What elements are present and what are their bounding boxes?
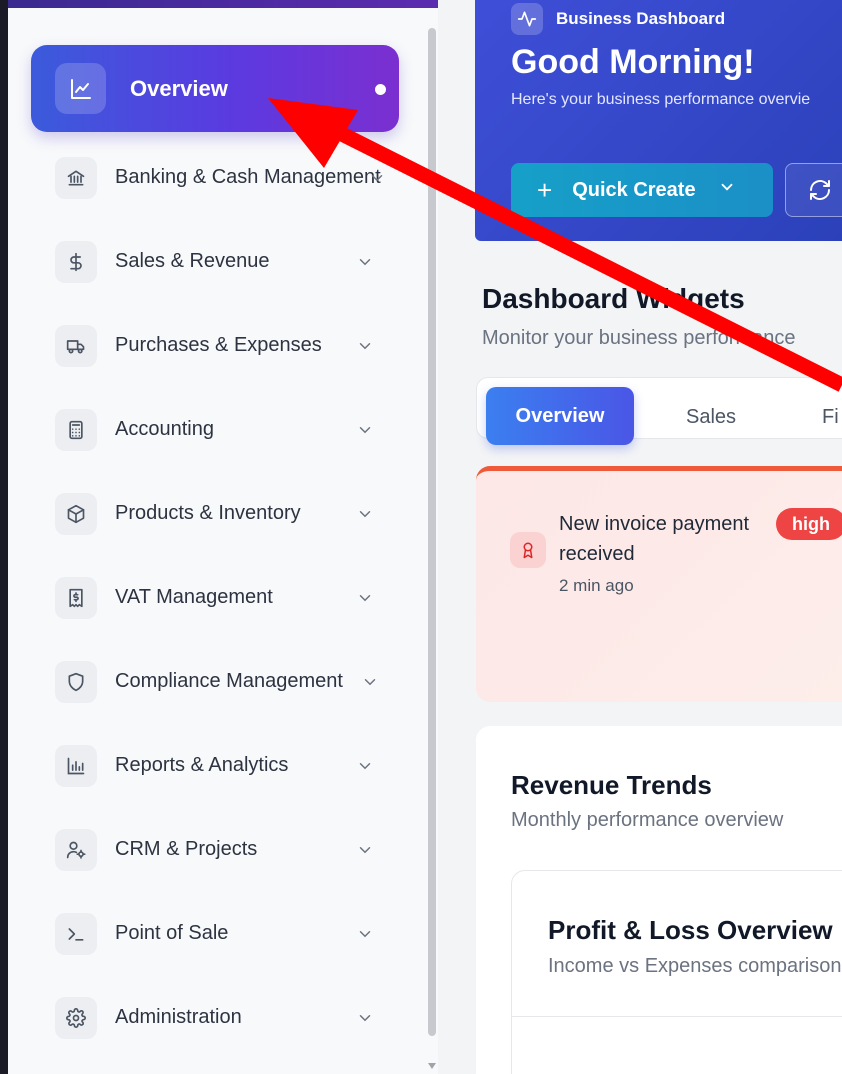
refresh-icon (810, 180, 830, 200)
profit-loss-card: Profit & Loss Overview Income vs Expense… (511, 870, 842, 1074)
chevron-down-icon[interactable] (356, 253, 374, 276)
sidebar-item-label: VAT Management (115, 586, 273, 608)
receipt-icon (55, 577, 97, 619)
sidebar-scrollbar[interactable] (426, 22, 438, 1069)
calculator-icon (55, 409, 97, 451)
sidebar-item-overview[interactable]: Overview (31, 45, 399, 132)
sidebar-item-label: CRM & Projects (115, 838, 258, 860)
profit-loss-subtitle: Income vs Expenses comparison (548, 955, 842, 977)
chevron-down-icon[interactable] (368, 169, 386, 192)
main-content: Business Dashboard Good Morning! Here's … (438, 0, 842, 1074)
notification-card[interactable]: New invoice payment received 2 min ago h… (476, 466, 842, 702)
dollar-icon (55, 241, 97, 283)
sidebar-item-purchases[interactable]: Purchases & Expenses (31, 325, 399, 385)
chevron-down-icon[interactable] (356, 505, 374, 528)
sidebar-item-products[interactable]: Products & Inventory (31, 493, 399, 553)
sidebar-item-vat[interactable]: VAT Management (31, 577, 399, 637)
sidebar-item-label: Reports & Analytics (115, 754, 289, 776)
banner-description: Here's your business performance overvie (511, 91, 811, 108)
sidebar-item-label: Accounting (115, 418, 214, 440)
sidebar-item-label: Banking & Cash Management (115, 166, 381, 188)
plus-icon: + (537, 175, 553, 205)
sidebar-item-accounting[interactable]: Accounting (31, 409, 399, 469)
box-icon (55, 493, 97, 535)
sidebar-item-label: Purchases & Expenses (115, 334, 322, 356)
tab-overview[interactable]: Overview (486, 387, 634, 445)
welcome-banner: Business Dashboard Good Morning! Here's … (475, 0, 842, 241)
terminal-icon (55, 913, 97, 955)
active-indicator-dot (375, 84, 386, 95)
tab-finance[interactable]: Fi (822, 406, 839, 429)
sidebar-item-label: Sales & Revenue (115, 250, 270, 272)
award-icon (510, 532, 546, 568)
scroll-down-arrow-icon[interactable] (428, 1063, 436, 1069)
chevron-down-icon[interactable] (356, 1009, 374, 1032)
sidebar-item-reports[interactable]: Reports & Analytics (31, 745, 399, 805)
greeting-title: Good Morning! (511, 43, 755, 81)
truck-icon (55, 325, 97, 367)
chevron-down-icon[interactable] (356, 925, 374, 948)
sidebar: Overview Banking & Cash Management Sales… (8, 0, 438, 1074)
banner-badge-label: Business Dashboard (556, 9, 726, 28)
card-divider (512, 1016, 842, 1017)
refresh-button[interactable] (785, 163, 842, 217)
chevron-down-icon[interactable] (356, 337, 374, 360)
profit-loss-title: Profit & Loss Overview (548, 915, 833, 945)
sidebar-item-label: Products & Inventory (115, 502, 301, 524)
revenue-trends-card: Revenue Trends Monthly performance overv… (476, 726, 842, 1074)
sidebar-item-label: Point of Sale (115, 922, 229, 944)
sidebar-top-accent (8, 0, 438, 8)
sidebar-item-label: Administration (115, 1006, 242, 1028)
priority-badge: high (776, 508, 842, 540)
sidebar-item-pos[interactable]: Point of Sale (31, 913, 399, 973)
quick-create-label: Quick Create (572, 178, 696, 201)
shield-icon (55, 661, 97, 703)
bank-icon (55, 157, 97, 199)
revenue-title: Revenue Trends (511, 770, 712, 800)
widgets-subtitle: Monitor your business performance (482, 327, 796, 349)
chevron-down-icon[interactable] (356, 589, 374, 612)
window-edge (0, 0, 8, 1074)
tab-sales[interactable]: Sales (686, 406, 736, 429)
chevron-down-icon[interactable] (361, 673, 379, 696)
sidebar-item-sales[interactable]: Sales & Revenue (31, 241, 399, 301)
chevron-down-icon[interactable] (356, 757, 374, 780)
chevron-down-icon (718, 178, 736, 202)
scrollbar-thumb[interactable] (428, 28, 436, 1036)
quick-create-button[interactable]: + Quick Create (511, 163, 773, 217)
line-chart-icon (55, 63, 106, 114)
bar-chart-icon (55, 745, 97, 787)
chevron-down-icon[interactable] (356, 841, 374, 864)
sidebar-item-compliance[interactable]: Compliance Management (31, 661, 399, 721)
sidebar-item-label: Overview (130, 76, 228, 101)
sidebar-item-administration[interactable]: Administration (31, 997, 399, 1057)
user-gear-icon (55, 829, 97, 871)
gear-icon (55, 997, 97, 1039)
sidebar-item-banking[interactable]: Banking & Cash Management (31, 157, 399, 217)
sidebar-item-label: Compliance Management (115, 670, 343, 692)
activity-icon (511, 3, 543, 35)
notification-title: New invoice payment received (559, 513, 750, 565)
chevron-down-icon[interactable] (356, 421, 374, 444)
widgets-title: Dashboard Widgets (482, 283, 745, 314)
notification-time: 2 min ago (559, 576, 634, 595)
widget-tabs: Overview Sales Fi (476, 377, 842, 445)
revenue-subtitle: Monthly performance overview (511, 809, 784, 831)
sidebar-item-crm[interactable]: CRM & Projects (31, 829, 399, 889)
